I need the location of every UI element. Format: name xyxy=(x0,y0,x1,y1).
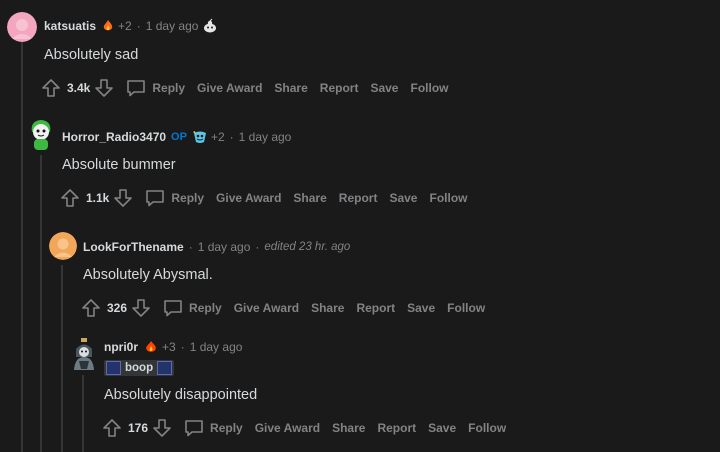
separator-dot: · xyxy=(255,240,260,254)
edited-label: edited 23 hr. ago xyxy=(264,241,351,253)
avatar[interactable] xyxy=(7,12,37,42)
share-button[interactable]: Share xyxy=(332,421,365,435)
report-button[interactable]: Report xyxy=(339,191,378,205)
award-count: +2 xyxy=(210,130,225,144)
comment-author[interactable]: Horror_Radio3470 xyxy=(62,130,166,144)
comment-body: Absolute bummer xyxy=(62,157,176,173)
comment-body: Absolutely sad xyxy=(44,47,139,63)
upvote-icon[interactable] xyxy=(60,188,80,208)
fire-award-icon[interactable] xyxy=(143,340,159,354)
vote-count: 1.1k xyxy=(86,191,110,205)
report-button[interactable]: Report xyxy=(356,301,395,315)
award-count: +2 xyxy=(118,19,132,33)
downvote-icon[interactable] xyxy=(152,418,172,438)
give-award-button[interactable]: Give Award xyxy=(197,81,262,95)
share-button[interactable]: Share xyxy=(311,301,344,315)
reply-button[interactable]: Reply xyxy=(171,191,204,205)
save-button[interactable]: Save xyxy=(370,81,398,95)
follow-button[interactable]: Follow xyxy=(468,421,506,435)
op-badge: OP xyxy=(171,131,187,143)
separator-dot: · xyxy=(136,19,141,33)
thread-line[interactable] xyxy=(40,155,42,452)
timestamp[interactable]: 1 day ago xyxy=(239,130,292,144)
give-award-button[interactable]: Give Award xyxy=(216,191,281,205)
reply-button[interactable]: Reply xyxy=(189,301,222,315)
save-button[interactable]: Save xyxy=(407,301,435,315)
give-award-button[interactable]: Give Award xyxy=(234,301,299,315)
reply-button[interactable]: Reply xyxy=(152,81,185,95)
save-button[interactable]: Save xyxy=(428,421,456,435)
vote-count: 3.4k xyxy=(67,81,91,95)
flair-text: boop xyxy=(125,362,154,374)
downvote-icon[interactable] xyxy=(94,78,114,98)
share-button[interactable]: Share xyxy=(274,81,307,95)
timestamp[interactable]: 1 day ago xyxy=(146,19,199,33)
reply-icon[interactable] xyxy=(184,419,204,437)
follow-button[interactable]: Follow xyxy=(410,81,448,95)
upvote-icon[interactable] xyxy=(81,298,101,318)
thread-line[interactable] xyxy=(82,375,84,452)
comment-author[interactable]: LookForThename xyxy=(83,240,184,254)
timestamp[interactable]: 1 day ago xyxy=(198,240,251,254)
avatar[interactable] xyxy=(70,337,98,371)
avatar[interactable] xyxy=(26,118,56,152)
flair-emoji-icon xyxy=(157,361,173,375)
comment-body: Absolutely Abysmal. xyxy=(83,267,213,283)
fire-award-icon[interactable] xyxy=(101,19,115,33)
user-flair: boop xyxy=(104,360,175,376)
snoo-icon xyxy=(202,18,218,34)
starry-award-icon[interactable] xyxy=(192,130,208,144)
separator-dot: · xyxy=(229,130,234,144)
follow-button[interactable]: Follow xyxy=(447,301,485,315)
avatar[interactable] xyxy=(49,232,77,260)
comment-author[interactable]: katsuatis xyxy=(44,19,96,33)
reply-icon[interactable] xyxy=(145,189,165,207)
comment-author[interactable]: npri0r xyxy=(104,340,138,354)
give-award-button[interactable]: Give Award xyxy=(255,421,320,435)
thread-line[interactable] xyxy=(61,265,63,452)
report-button[interactable]: Report xyxy=(377,421,416,435)
vote-count: 326 xyxy=(107,301,128,315)
vote-count: 176 xyxy=(128,421,149,435)
thread-line[interactable] xyxy=(21,42,23,452)
separator-dot: · xyxy=(188,240,193,254)
award-count: +3 xyxy=(162,340,176,354)
downvote-icon[interactable] xyxy=(113,188,133,208)
comment-body: Absolutely disappointed xyxy=(104,387,258,403)
report-button[interactable]: Report xyxy=(320,81,359,95)
upvote-icon[interactable] xyxy=(102,418,122,438)
upvote-icon[interactable] xyxy=(41,78,61,98)
follow-button[interactable]: Follow xyxy=(429,191,467,205)
reply-button[interactable]: Reply xyxy=(210,421,243,435)
share-button[interactable]: Share xyxy=(293,191,326,205)
save-button[interactable]: Save xyxy=(389,191,417,205)
flair-emoji-icon xyxy=(106,361,121,375)
reply-icon[interactable] xyxy=(163,299,183,317)
downvote-icon[interactable] xyxy=(131,298,151,318)
separator-dot: · xyxy=(180,340,185,354)
timestamp[interactable]: 1 day ago xyxy=(190,340,243,354)
reply-icon[interactable] xyxy=(126,79,146,97)
